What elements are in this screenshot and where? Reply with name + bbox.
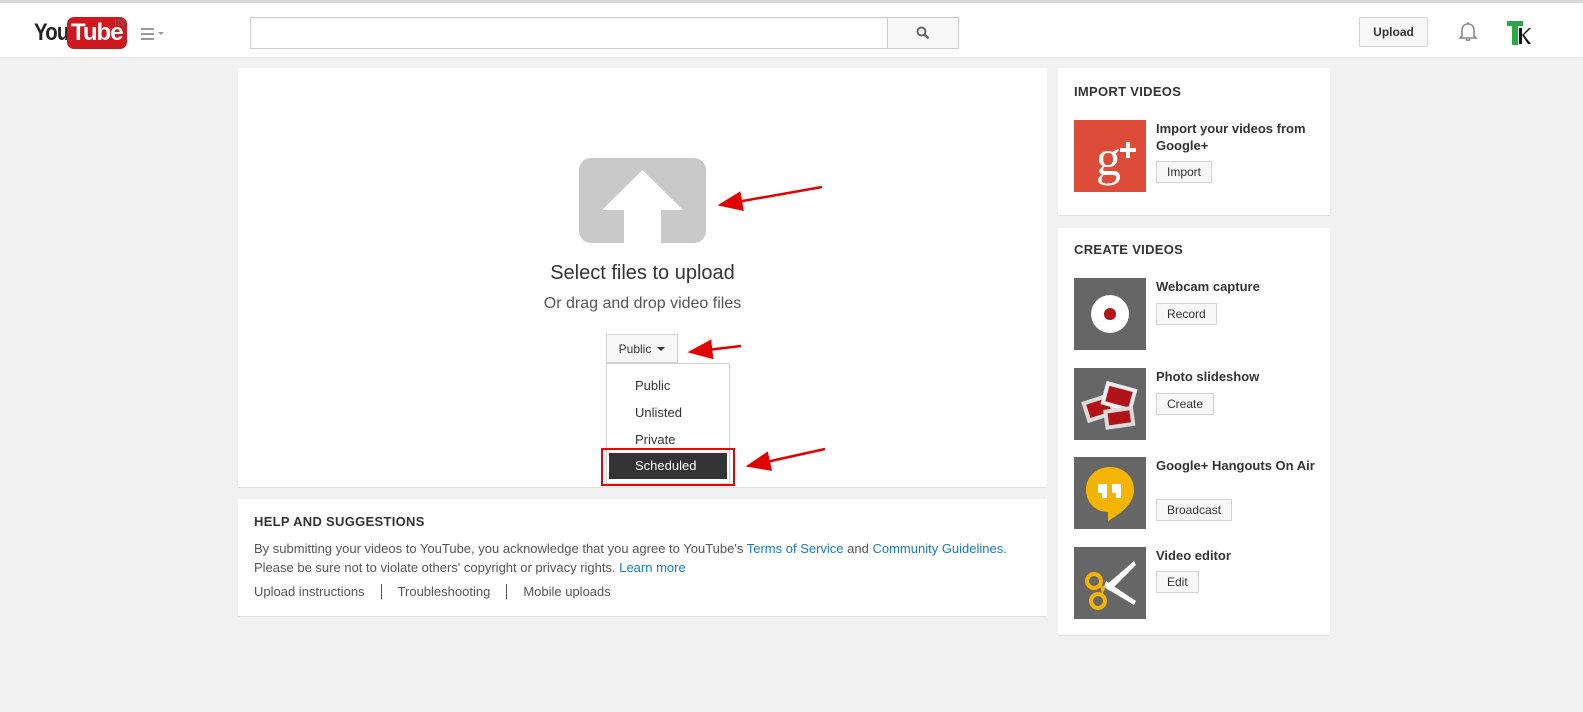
slideshow-icon[interactable] — [1074, 368, 1146, 440]
help-text-part: By submitting your videos to YouTube, yo… — [254, 541, 747, 556]
troubleshooting-link[interactable]: Troubleshooting — [380, 584, 507, 599]
notifications-bell-icon[interactable] — [1457, 21, 1479, 43]
help-card: HELP AND SUGGESTIONS By submitting your … — [238, 499, 1047, 617]
terms-of-service-link[interactable]: Terms of Service — [747, 541, 844, 556]
broadcast-button[interactable]: Broadcast — [1156, 499, 1233, 521]
learn-more-link[interactable]: Learn more — [619, 560, 685, 575]
privacy-option-unlisted[interactable]: Unlisted — [607, 400, 729, 426]
search-button[interactable] — [887, 17, 959, 49]
video-editor-title: Video editor — [1156, 548, 1231, 563]
annotation-highlight-box — [601, 448, 735, 486]
privacy-dropdown-button[interactable]: Public — [606, 334, 678, 363]
record-icon[interactable] — [1074, 278, 1146, 350]
webcam-capture-title: Webcam capture — [1156, 279, 1260, 294]
hangouts-icon[interactable] — [1074, 457, 1146, 529]
import-item-title: Import your videos from Google+ — [1156, 121, 1306, 153]
create-title: CREATE VIDEOS — [1074, 242, 1184, 257]
caret-down-icon — [657, 346, 666, 351]
svg-text:g: g — [1096, 130, 1121, 186]
upload-title[interactable]: Select files to upload — [238, 262, 1047, 285]
record-button[interactable]: Record — [1156, 303, 1217, 325]
privacy-selected-label: Public — [618, 341, 652, 356]
hangouts-on-air-title: Google+ Hangouts On Air — [1156, 458, 1315, 473]
help-title: HELP AND SUGGESTIONS — [254, 514, 425, 529]
google-plus-icon[interactable]: g — [1074, 120, 1146, 192]
search-icon — [916, 26, 930, 40]
search-input[interactable] — [250, 17, 888, 49]
edit-button[interactable]: Edit — [1156, 571, 1199, 593]
photo-slideshow-title: Photo slideshow — [1156, 369, 1260, 384]
import-videos-card: IMPORT VIDEOS g Import your videos from … — [1058, 68, 1330, 216]
help-text: By submitting your videos to YouTube, yo… — [254, 539, 1034, 577]
masthead: You Tube IN Upload — [0, 0, 1583, 58]
upload-card: Select files to upload Or drag and drop … — [238, 68, 1047, 488]
guide-menu-icon[interactable] — [141, 28, 165, 42]
avatar[interactable] — [1506, 20, 1532, 46]
logo-region-label: IN — [114, 17, 125, 29]
scissors-icon[interactable] — [1074, 547, 1146, 619]
community-guidelines-link[interactable]: Community Guidelines — [872, 541, 1003, 556]
upload-arrow-icon[interactable] — [579, 158, 706, 243]
create-slideshow-button[interactable]: Create — [1156, 393, 1215, 415]
logo-you-text: You — [34, 19, 69, 46]
upload-button[interactable]: Upload — [1359, 17, 1428, 47]
help-text-part: and — [843, 541, 873, 556]
upload-subtitle: Or drag and drop video files — [543, 295, 742, 312]
create-videos-card: CREATE VIDEOS Webcam capture Record Phot… — [1058, 228, 1330, 636]
import-button[interactable]: Import — [1156, 161, 1213, 183]
help-links: Upload instructions Troubleshooting Mobi… — [254, 584, 627, 599]
privacy-option-public[interactable]: Public — [607, 373, 729, 399]
help-text-part: . — [1003, 541, 1007, 556]
mobile-uploads-link[interactable]: Mobile uploads — [506, 584, 626, 599]
help-text-part: Please be sure not to violate others' co… — [254, 560, 620, 575]
youtube-logo[interactable]: You Tube IN — [34, 17, 127, 53]
upload-instructions-link[interactable]: Upload instructions — [254, 584, 381, 599]
import-title: IMPORT VIDEOS — [1074, 84, 1182, 99]
